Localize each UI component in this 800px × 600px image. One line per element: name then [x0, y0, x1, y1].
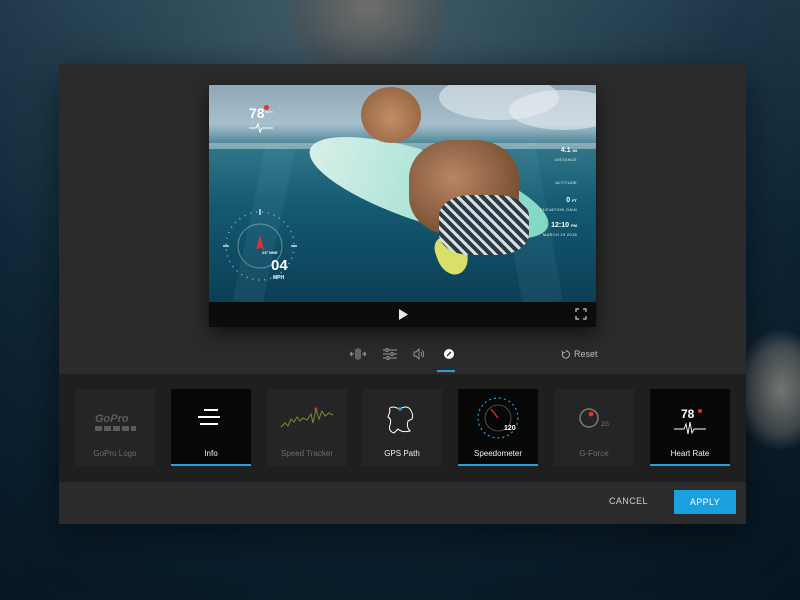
hud-distance-label: DISTANCE [554, 157, 577, 162]
overlay-label: Info [204, 449, 218, 458]
surfer-head [361, 87, 421, 143]
g-force-value: 2G [601, 422, 610, 428]
video-preview: 78 bpm 4.1 MI DISTANCE ALTITUDE 0 FT ELE… [209, 85, 596, 327]
heart-rate-ecg-icon [674, 421, 706, 435]
gps-path-icon [387, 406, 414, 434]
compass-gauge-icon [223, 209, 297, 281]
cancel-button[interactable]: CANCEL [609, 496, 648, 506]
gopro-logo-icon: GoPro [75, 389, 155, 444]
overlay-label: GoPro Logo [93, 449, 137, 458]
hud-elevation-value: 0 [566, 197, 571, 204]
overlay-tray: GoPro GoPro Logo Info Speed Tracker GPS … [59, 374, 746, 482]
active-tool-indicator [437, 370, 455, 372]
hud-speed-value: 04 [271, 257, 288, 274]
video-frame: 78 bpm 4.1 MI DISTANCE ALTITUDE 0 FT ELE… [209, 85, 596, 302]
speedometer-icon [477, 397, 519, 439]
hud-time-unit: PM [571, 223, 577, 228]
fullscreen-icon[interactable] [575, 308, 587, 320]
overlay-label: GPS Path [384, 449, 420, 458]
trim-icon[interactable] [348, 344, 368, 364]
hud-time-value: 12:10 [551, 222, 570, 229]
hud-elevation-label: ELEVATION GAIN [540, 207, 577, 212]
ecg-icon [249, 123, 273, 133]
hud-altitude-label: ALTITUDE [555, 180, 577, 185]
volume-icon[interactable] [409, 344, 429, 364]
selected-indicator [171, 464, 251, 466]
overlay-label: Speedometer [473, 449, 523, 458]
apply-button[interactable]: APPLY [674, 490, 736, 514]
overlay-tile-speedometer[interactable]: 120 Speedometer [458, 389, 538, 466]
hud-speed-unit: MPH [273, 275, 285, 281]
hud-heart-rate-value: 78 [249, 105, 265, 121]
overlay-tile-info[interactable]: Info [171, 389, 251, 466]
cloud [509, 90, 596, 130]
selected-indicator [458, 464, 538, 466]
hud-elevation-unit: FT [572, 198, 577, 203]
reset-label: Reset [574, 349, 598, 359]
gauges-icon[interactable] [437, 344, 459, 372]
adjust-icon[interactable] [380, 344, 400, 364]
info-lines-icon [198, 409, 220, 425]
selected-indicator [650, 464, 730, 466]
overlay-editor-modal: 78 bpm 4.1 MI DISTANCE ALTITUDE 0 FT ELE… [59, 64, 746, 524]
overlay-label: Heart Rate [670, 449, 710, 458]
overlay-tile-gopro-logo[interactable]: GoPro GoPro Logo [75, 389, 155, 466]
player-controls [209, 302, 596, 327]
reset-button[interactable]: Reset [561, 347, 598, 361]
overlay-tile-speed-tracker[interactable]: Speed Tracker [267, 389, 347, 466]
play-icon[interactable] [397, 308, 409, 321]
speed-graph-icon [280, 407, 334, 428]
overlay-tile-gps-path[interactable]: GPS Path [362, 389, 442, 466]
overlay-label: Speed Tracker [280, 449, 334, 458]
edit-toolbar: Reset [59, 340, 746, 372]
reset-icon [561, 349, 570, 359]
hud-heart-rate-unit: bpm [265, 109, 273, 114]
g-force-icon [579, 408, 599, 428]
hud-heading: 23° NNE [262, 250, 278, 255]
overlay-label: G-Force [579, 449, 609, 458]
overlay-tile-heart-rate[interactable]: 78 Heart Rate [650, 389, 730, 466]
hud-date: MARCH 19 2016 [542, 232, 577, 237]
hud-distance-unit: MI [572, 148, 577, 153]
modal-footer: CANCEL APPLY [59, 482, 746, 524]
overlay-tile-g-force[interactable]: 2G G-Force [554, 389, 634, 466]
hud-distance-value: 4.1 [560, 147, 571, 154]
speedometer-value: 120 [504, 425, 516, 432]
surfer-shorts [439, 195, 529, 255]
